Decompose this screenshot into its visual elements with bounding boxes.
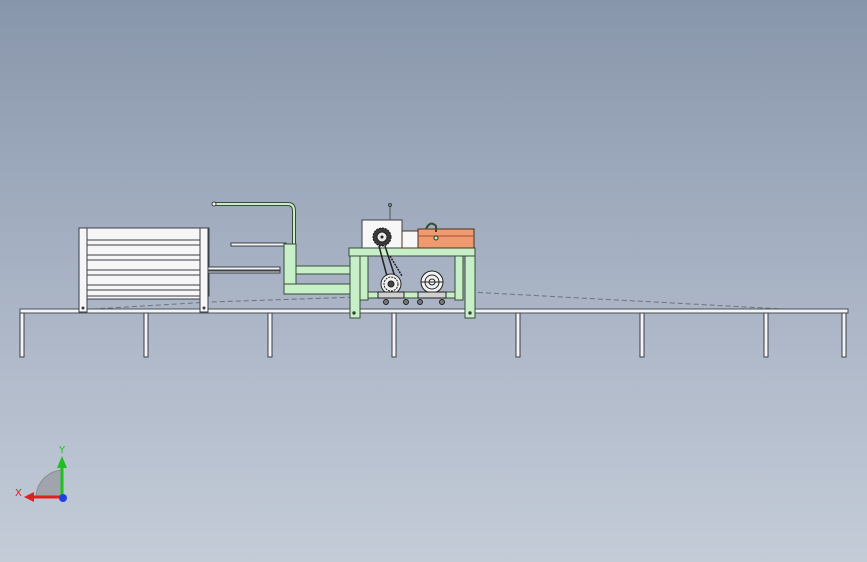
y-axis-arrow bbox=[57, 456, 67, 468]
axis-triad: Y X bbox=[15, 445, 67, 502]
storage-rack[interactable] bbox=[78, 227, 210, 313]
heater-block[interactable] bbox=[401, 222, 475, 249]
cad-viewport[interactable]: Y X bbox=[0, 0, 867, 562]
z-axis-dot bbox=[59, 494, 67, 502]
main-frame[interactable] bbox=[283, 243, 476, 319]
spool-wheel[interactable] bbox=[417, 270, 447, 299]
x-axis-arrow bbox=[24, 492, 34, 502]
y-axis-label: Y bbox=[58, 445, 66, 456]
rail-support-legs[interactable] bbox=[19, 312, 847, 358]
gear-wheel[interactable] bbox=[372, 227, 392, 247]
drive-pulley[interactable] bbox=[377, 273, 405, 299]
base-rollers bbox=[383, 299, 445, 305]
feed-arm[interactable] bbox=[207, 242, 287, 274]
rail-track[interactable] bbox=[19, 308, 849, 314]
x-axis-label: X bbox=[15, 488, 22, 499]
pipe-loop[interactable] bbox=[211, 201, 296, 245]
